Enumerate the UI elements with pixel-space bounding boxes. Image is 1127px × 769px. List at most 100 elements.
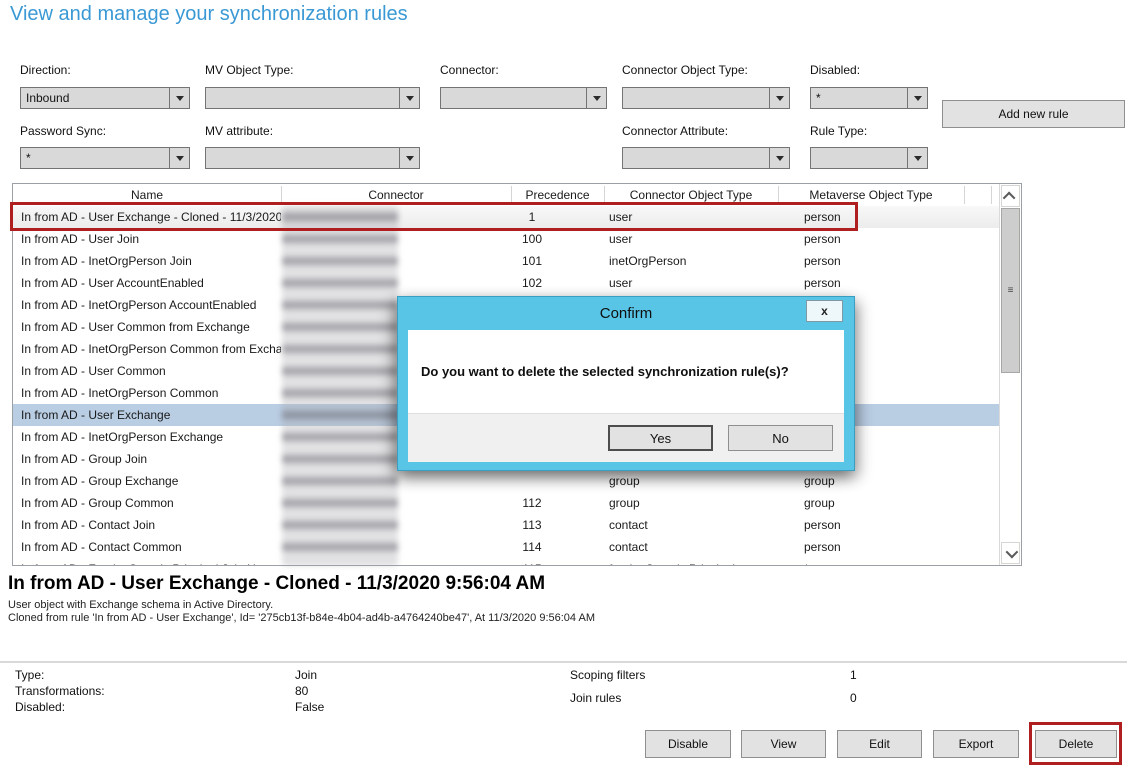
mv-object-type-select[interactable] xyxy=(205,87,420,109)
cell-name: In from AD - Group Join xyxy=(21,448,281,470)
cell-name: In from AD - Group Exchange xyxy=(21,470,281,492)
type-label: Type: xyxy=(15,668,44,682)
scoping-filters-value: 1 xyxy=(850,668,857,682)
cell-prec: 114 xyxy=(511,536,553,558)
confirm-dialog: Confirm x Do you want to delete the sele… xyxy=(397,296,855,471)
no-button[interactable]: No xyxy=(728,425,833,451)
cell-prec: 115 xyxy=(511,558,553,565)
add-new-rule-button[interactable]: Add new rule xyxy=(942,100,1125,128)
vertical-scrollbar[interactable]: ≡ xyxy=(999,184,1021,565)
dialog-message: Do you want to delete the selected synch… xyxy=(421,364,834,379)
scroll-down-icon[interactable] xyxy=(1001,542,1020,564)
cell-mot: * xyxy=(804,558,984,565)
table-row[interactable]: In from AD - ForeignSecurityPrincipal Jo… xyxy=(13,558,1000,565)
rules-table-header: Name Connector Precedence Connector Obje… xyxy=(13,184,1000,207)
cell-name: In from AD - InetOrgPerson Join xyxy=(21,250,281,272)
page-title: View and manage your synchronization rul… xyxy=(10,3,408,26)
header-connector[interactable]: Connector xyxy=(281,184,511,206)
table-row[interactable]: In from AD - Contact Join113contactperso… xyxy=(13,514,1000,536)
table-row[interactable]: In from AD - InetOrgPerson Join101inetOr… xyxy=(13,250,1000,272)
cell-mot: person xyxy=(804,250,984,272)
rule-type-label: Rule Type: xyxy=(810,124,867,138)
yes-button[interactable]: Yes xyxy=(608,425,713,451)
connector-attribute-select[interactable] xyxy=(622,147,790,169)
table-row[interactable]: In from AD - Group Exchangegroupgroup xyxy=(13,470,1000,492)
chevron-down-icon[interactable] xyxy=(907,148,927,168)
header-name[interactable]: Name xyxy=(13,184,281,206)
connector-object-type-label: Connector Object Type: xyxy=(622,63,748,77)
cell-name: In from AD - Contact Common xyxy=(21,536,281,558)
delete-button[interactable]: Delete xyxy=(1035,730,1117,758)
disabled-select[interactable]: * xyxy=(810,87,928,109)
header-connector-object-type[interactable]: Connector Object Type xyxy=(604,184,778,206)
disabled-stat-label: Disabled: xyxy=(15,700,65,714)
direction-label: Direction: xyxy=(20,63,71,77)
mv-attribute-label: MV attribute: xyxy=(205,124,273,138)
edit-button[interactable]: Edit xyxy=(837,730,922,758)
cell-cot: foreignSecurityPrincipal xyxy=(609,558,781,565)
rule-type-select[interactable] xyxy=(810,147,928,169)
table-row[interactable]: In from AD - User Exchange - Cloned - 11… xyxy=(13,206,1000,228)
export-button[interactable]: Export xyxy=(933,730,1019,758)
password-sync-value: * xyxy=(26,148,167,168)
connector-label: Connector: xyxy=(440,63,499,77)
transformations-value: 80 xyxy=(295,684,308,698)
view-button[interactable]: View xyxy=(741,730,826,758)
scrollbar-thumb[interactable]: ≡ xyxy=(1001,208,1020,373)
divider xyxy=(0,661,1127,663)
join-rules-label: Join rules xyxy=(570,691,621,705)
header-metaverse-object-type[interactable]: Metaverse Object Type xyxy=(778,184,964,206)
cell-mot: group xyxy=(804,470,984,492)
close-icon[interactable]: x xyxy=(806,300,843,322)
chevron-down-icon[interactable] xyxy=(169,88,189,108)
header-precedence[interactable]: Precedence xyxy=(511,184,604,206)
cell-cot: inetOrgPerson xyxy=(609,250,781,272)
table-row[interactable]: In from AD - Contact Common114contactper… xyxy=(13,536,1000,558)
cell-prec: 100 xyxy=(511,228,553,250)
cell-mot: person xyxy=(804,228,984,250)
direction-select[interactable]: Inbound xyxy=(20,87,190,109)
transformations-label: Transformations: xyxy=(15,684,105,698)
table-row[interactable]: In from AD - User Join 100 user person xyxy=(13,228,1000,250)
cell-prec: 112 xyxy=(511,492,553,514)
rule-description: User object with Exchange schema in Acti… xyxy=(8,599,273,611)
cell-name: In from AD - InetOrgPerson AccountEnable… xyxy=(21,294,281,316)
cell-prec: 113 xyxy=(511,514,553,536)
table-row[interactable]: In from AD - User AccountEnabled102userp… xyxy=(13,272,1000,294)
password-sync-label: Password Sync: xyxy=(20,124,106,138)
type-value: Join xyxy=(295,668,317,682)
chevron-down-icon[interactable] xyxy=(399,148,419,168)
scroll-up-icon[interactable] xyxy=(1001,185,1020,207)
chevron-down-icon[interactable] xyxy=(769,88,789,108)
cell-prec: 1 xyxy=(511,206,553,228)
chevron-down-icon[interactable] xyxy=(399,88,419,108)
chevron-down-icon[interactable] xyxy=(907,88,927,108)
cell-name: In from AD - InetOrgPerson Common xyxy=(21,382,281,404)
cell-cot: contact xyxy=(609,536,781,558)
chevron-down-icon[interactable] xyxy=(769,148,789,168)
disable-button[interactable]: Disable xyxy=(645,730,731,758)
cell-prec: 102 xyxy=(511,272,553,294)
disabled-label: Disabled: xyxy=(810,63,860,77)
sync-rules-editor: View and manage your synchronization rul… xyxy=(0,0,1127,769)
connector-select[interactable] xyxy=(440,87,607,109)
rule-detail-heading: In from AD - User Exchange - Cloned - 11… xyxy=(8,573,545,595)
connector-object-type-select[interactable] xyxy=(622,87,790,109)
cell-name: In from AD - Contact Join xyxy=(21,514,281,536)
chevron-down-icon[interactable] xyxy=(586,88,606,108)
cell-name: In from AD - User AccountEnabled xyxy=(21,272,281,294)
mv-object-type-label: MV Object Type: xyxy=(205,63,293,77)
chevron-down-icon[interactable] xyxy=(169,148,189,168)
dialog-body: Do you want to delete the selected synch… xyxy=(408,330,844,462)
cell-name: In from AD - User Exchange - Cloned - 11… xyxy=(21,206,281,228)
cell-name: In from AD - User Join xyxy=(21,228,281,250)
cell-cot: user xyxy=(609,228,781,250)
cell-name: In from AD - InetOrgPerson Exchange xyxy=(21,426,281,448)
password-sync-select[interactable]: * xyxy=(20,147,190,169)
mv-attribute-select[interactable] xyxy=(205,147,420,169)
dialog-footer: Yes No xyxy=(408,413,844,462)
connector-attribute-label: Connector Attribute: xyxy=(622,124,728,138)
cell-cot: group xyxy=(609,492,781,514)
join-rules-value: 0 xyxy=(850,691,857,705)
table-row[interactable]: In from AD - Group Common112groupgroup xyxy=(13,492,1000,514)
